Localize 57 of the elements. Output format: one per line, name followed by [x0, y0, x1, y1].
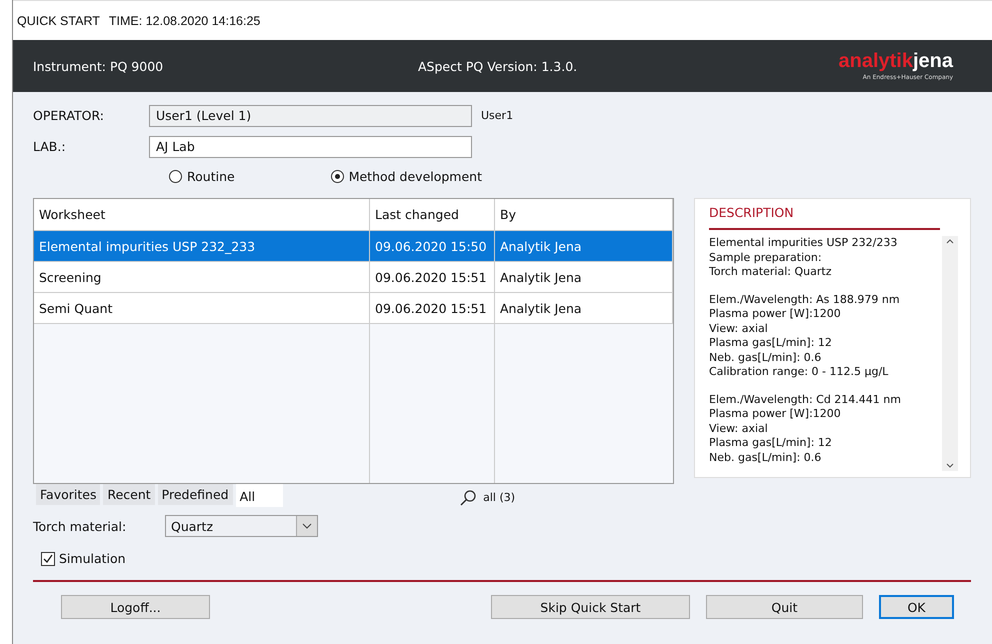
description-line: Sample preparation: — [709, 250, 823, 265]
table-cell[interactable]: Analytik Jena — [495, 262, 673, 293]
caret-icon — [302, 523, 312, 529]
dialog-button[interactable]: Skip Quick Start — [491, 595, 690, 619]
checkbox-label: Simulation — [59, 551, 126, 566]
description-line: Plasma gas[L/min]: 12 — [709, 436, 833, 450]
description-line: Calibration range: 0 - 112.5 µg/L — [709, 365, 890, 380]
radio-label: Method development — [348, 168, 482, 184]
lab-field[interactable]: AJ Lab — [149, 136, 472, 158]
table-cell[interactable]: Analytik Jena — [495, 293, 673, 324]
checkmark-icon — [43, 554, 53, 564]
description-line: Torch material: Quartz — [709, 265, 832, 280]
window-title: QUICK START — [17, 14, 100, 28]
column-header: Last changed — [370, 199, 495, 231]
filter-tab[interactable]: Recent — [103, 484, 155, 505]
table-cell[interactable]: Elemental impurities USP 232_233 — [34, 231, 370, 262]
description-line: Plasma power [W]:1200 — [709, 307, 842, 322]
version-label: ASpect PQ Version: 1.3.0. — [418, 58, 578, 74]
description-line: Neb. gas[L/min]: 0.6 — [709, 450, 822, 465]
column-header: Worksheet — [34, 199, 370, 231]
torch-select[interactable]: Quartz — [165, 515, 318, 537]
description-line: Elem./Wavelength: As 188.979 nm — [709, 292, 901, 307]
operator-label: OPERATOR: — [33, 108, 106, 123]
column-header: By — [495, 199, 673, 231]
table-cell[interactable]: Analytik Jena — [495, 231, 673, 262]
radio-label: Routine — [187, 168, 235, 184]
filter-tab[interactable]: All — [236, 484, 284, 507]
operator-field[interactable]: User1 (Level 1) — [149, 104, 472, 126]
description-line: View: axial — [709, 422, 769, 436]
table-cell[interactable]: Semi Quant — [34, 293, 370, 324]
user-label: User1 — [481, 109, 514, 122]
description-title: DESCRIPTION — [709, 205, 940, 230]
torch-label: Torch material: — [33, 518, 128, 534]
description-line: Neb. gas[L/min]: 0.6 — [709, 350, 822, 365]
lab-label: LAB.: — [33, 139, 67, 154]
description-line: Elemental impurities USP 232/233 — [709, 236, 898, 250]
simulation-checkbox[interactable] — [41, 552, 55, 566]
radio-button[interactable] — [169, 170, 182, 182]
table-cell[interactable]: 09.06.2020 15:50 — [370, 231, 495, 262]
radio-button[interactable] — [330, 170, 344, 182]
table-cell[interactable]: 09.06.2020 15:51 — [370, 262, 495, 293]
search-icon[interactable] — [459, 488, 478, 506]
description-line: Plasma gas[L/min]: 12 — [709, 336, 833, 350]
scrollbar[interactable] — [942, 236, 958, 471]
result-count: all (3) — [483, 491, 516, 504]
time-label: TIME: 12.08.2020 14:16:25 — [108, 14, 260, 28]
dialog-button[interactable]: Quit — [706, 595, 863, 619]
description-line: Elem./Wavelength: Cd 214.441 nm — [709, 392, 902, 407]
description-line: Plasma power [W]:1200 — [709, 407, 842, 422]
dialog-button[interactable]: Logoff... — [61, 595, 210, 619]
table-cell[interactable]: Screening — [34, 262, 370, 293]
filter-tab[interactable]: Favorites — [36, 484, 100, 505]
table-cell[interactable]: 09.06.2020 15:51 — [370, 293, 495, 324]
instrument-label: Instrument: PQ 9000 — [33, 58, 164, 74]
dialog-button[interactable]: OK — [879, 595, 954, 619]
description-line: View: axial — [709, 322, 769, 336]
filter-tab[interactable]: Predefined — [158, 484, 233, 505]
